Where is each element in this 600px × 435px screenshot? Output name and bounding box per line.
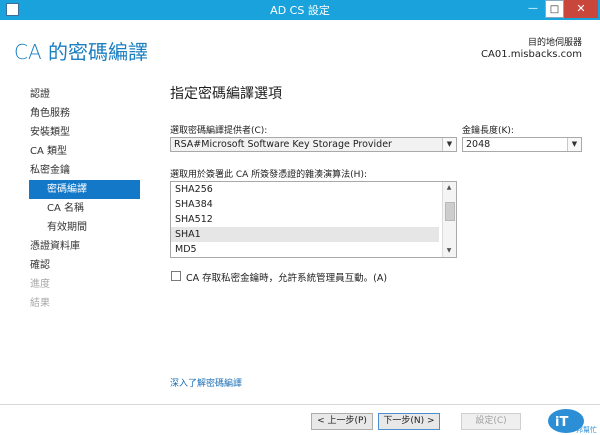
list-scrollbar[interactable]: ▲ ▼ [442, 182, 456, 257]
list-item[interactable]: SHA384 [171, 197, 439, 212]
provider-label: 選取密碼編譯提供者(C): [170, 126, 268, 136]
maximize-icon[interactable]: □ [545, 0, 564, 18]
list-item[interactable]: SHA256 [171, 182, 439, 197]
destination-server-name: CA01.misbacks.com [481, 49, 582, 60]
nav-item-ca-type[interactable]: CA 類型 [30, 142, 140, 161]
logo-mark: iT [555, 415, 568, 430]
footer-divider [0, 404, 600, 405]
nav-item-cryptography[interactable]: 密碼編譯 [29, 180, 140, 199]
admin-interaction-label[interactable]: CA 存取私密金鑰時，允許系統管理員互動。(A) [186, 270, 387, 284]
provider-value: RSA#Microsoft Software Key Storage Provi… [174, 139, 392, 150]
nav-item-role-services[interactable]: 角色服務 [30, 104, 140, 123]
minimize-icon[interactable]: — [521, 0, 545, 18]
scroll-down-icon[interactable]: ▼ [443, 245, 455, 257]
list-item[interactable]: SHA512 [171, 212, 439, 227]
page-title: CA 的密碼編譯 [14, 40, 149, 64]
key-length-select[interactable]: 2048 ▼ [462, 137, 582, 152]
dropdown-arrow-icon[interactable]: ▼ [442, 138, 456, 151]
scroll-up-icon[interactable]: ▲ [443, 182, 455, 194]
configure-button: 設定(C) [461, 413, 521, 430]
title-bar: AD CS 設定 — □ ✕ [0, 0, 600, 20]
nav-item-ca-name[interactable]: CA 名稱 [30, 199, 140, 218]
provider-select[interactable]: RSA#Microsoft Software Key Storage Provi… [170, 137, 457, 152]
close-icon[interactable]: ✕ [564, 0, 598, 18]
key-length-label: 金鑰長度(K): [462, 126, 514, 136]
ithome-logo: iT 邦幫忙 [548, 409, 597, 434]
learn-more-link[interactable]: 深入了解密碼編譯 [170, 376, 242, 389]
nav-item-validity-period[interactable]: 有效期間 [30, 218, 140, 237]
hash-algorithm-list[interactable]: SHA256 SHA384 SHA512 SHA1 MD5 ▲ ▼ [170, 181, 457, 258]
previous-button[interactable]: < 上一步(P) [311, 413, 373, 430]
hash-algorithm-label: 選取用於簽署此 CA 所簽發憑證的雜湊演算法(H): [170, 170, 367, 180]
dropdown-arrow-icon[interactable]: ▼ [567, 138, 581, 151]
next-button[interactable]: 下一步(N) > [378, 413, 440, 430]
destination-server-label: 目的地伺服器 [527, 38, 582, 48]
nav-item-confirmation[interactable]: 確認 [30, 256, 140, 275]
section-title: 指定密碼編譯選項 [170, 86, 282, 102]
window-title: AD CS 設定 [270, 4, 330, 17]
nav-item-progress: 進度 [30, 279, 50, 290]
admin-interaction-checkbox[interactable] [171, 271, 181, 281]
nav-item-credentials[interactable]: 認證 [30, 85, 140, 104]
nav-item-results: 結果 [30, 298, 50, 309]
nav-item-certificate-database[interactable]: 憑證資料庫 [30, 237, 140, 256]
wizard-nav: 認證 角色服務 安裝類型 CA 類型 私密金鑰 密碼編譯 CA 名稱 有效期間 … [29, 85, 140, 313]
list-item-selected[interactable]: SHA1 [171, 227, 439, 242]
nav-item-setup-type[interactable]: 安裝類型 [30, 123, 140, 142]
key-length-value: 2048 [466, 139, 491, 150]
list-item[interactable]: MD5 [171, 242, 439, 257]
scroll-thumb[interactable] [445, 202, 455, 221]
nav-item-private-key[interactable]: 私密金鑰 [30, 161, 140, 180]
logo-sub: 邦幫忙 [576, 425, 597, 434]
